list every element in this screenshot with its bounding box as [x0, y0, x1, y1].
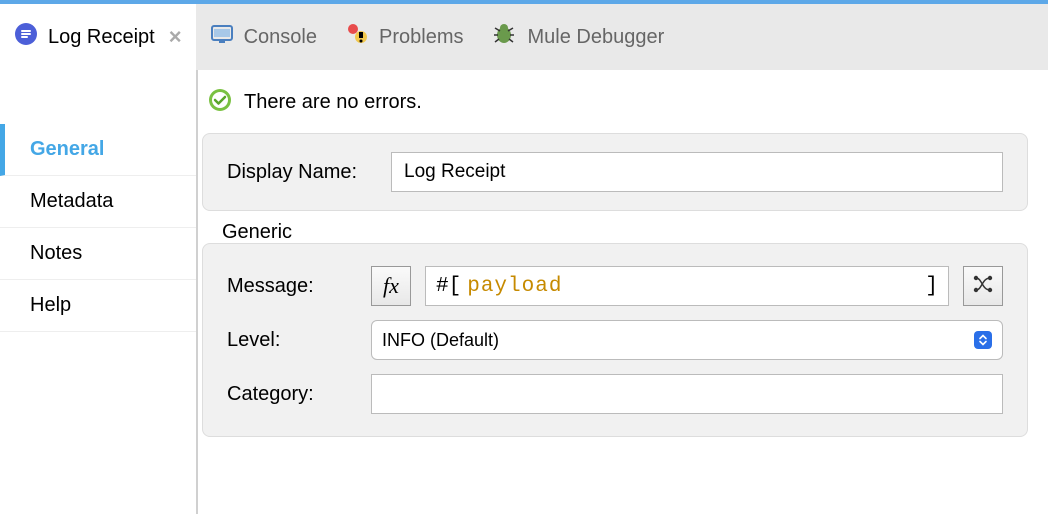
tab-label: Console — [244, 26, 317, 49]
tab-bar: Log Receipt × Console Problems — [0, 0, 1048, 70]
content-area: General Metadata Notes Help There are no… — [0, 70, 1048, 514]
dataweave-graph-button[interactable] — [963, 266, 1003, 306]
sidebar-item-label: Notes — [30, 242, 82, 264]
log-component-icon — [14, 22, 38, 52]
tab-log-receipt[interactable]: Log Receipt × — [0, 4, 196, 70]
generic-section: Message: fx #[ payload ] — [202, 243, 1028, 437]
console-icon — [210, 22, 234, 52]
level-selected-value: INFO (Default) — [382, 330, 499, 351]
tab-label: Problems — [379, 26, 463, 49]
fx-label: fx — [383, 273, 399, 299]
level-select[interactable]: INFO (Default) — [371, 320, 1003, 360]
display-name-section: Display Name: — [202, 133, 1028, 211]
sidebar-item-metadata[interactable]: Metadata — [0, 176, 196, 228]
tab-problems[interactable]: Problems — [331, 4, 477, 70]
sidebar-item-notes[interactable]: Notes — [0, 228, 196, 280]
tab-mule-debugger[interactable]: Mule Debugger — [477, 4, 678, 70]
sidebar: General Metadata Notes Help — [0, 70, 196, 514]
category-label: Category: — [227, 383, 357, 406]
message-expression-input[interactable]: #[ payload ] — [425, 266, 949, 306]
display-name-label: Display Name: — [227, 161, 377, 184]
tab-console[interactable]: Console — [196, 4, 331, 70]
generic-section-label: Generic — [222, 221, 292, 244]
expr-prefix: #[ — [436, 275, 461, 298]
ok-icon — [208, 88, 232, 117]
problems-icon — [345, 22, 369, 52]
expr-value: payload — [467, 275, 562, 298]
status-message: There are no errors. — [244, 91, 422, 114]
sidebar-item-label: Help — [30, 294, 71, 316]
chevron-updown-icon — [974, 331, 992, 349]
sidebar-item-general[interactable]: General — [0, 124, 196, 176]
sidebar-item-help[interactable]: Help — [0, 280, 196, 332]
status-row: There are no errors. — [202, 82, 1028, 133]
category-input[interactable] — [371, 374, 1003, 414]
display-name-input[interactable] — [391, 152, 1003, 192]
tab-label: Mule Debugger — [527, 26, 664, 49]
main-panel: There are no errors. Display Name: Gener… — [196, 70, 1048, 514]
tab-label: Log Receipt — [48, 26, 155, 49]
fx-button[interactable]: fx — [371, 266, 411, 306]
close-icon[interactable]: × — [169, 24, 182, 50]
level-label: Level: — [227, 329, 357, 352]
expr-suffix: ] — [925, 275, 938, 298]
graph-icon — [971, 272, 995, 301]
message-label: Message: — [227, 275, 357, 298]
debugger-icon — [491, 22, 517, 52]
sidebar-item-label: General — [30, 138, 104, 160]
sidebar-item-label: Metadata — [30, 190, 113, 212]
